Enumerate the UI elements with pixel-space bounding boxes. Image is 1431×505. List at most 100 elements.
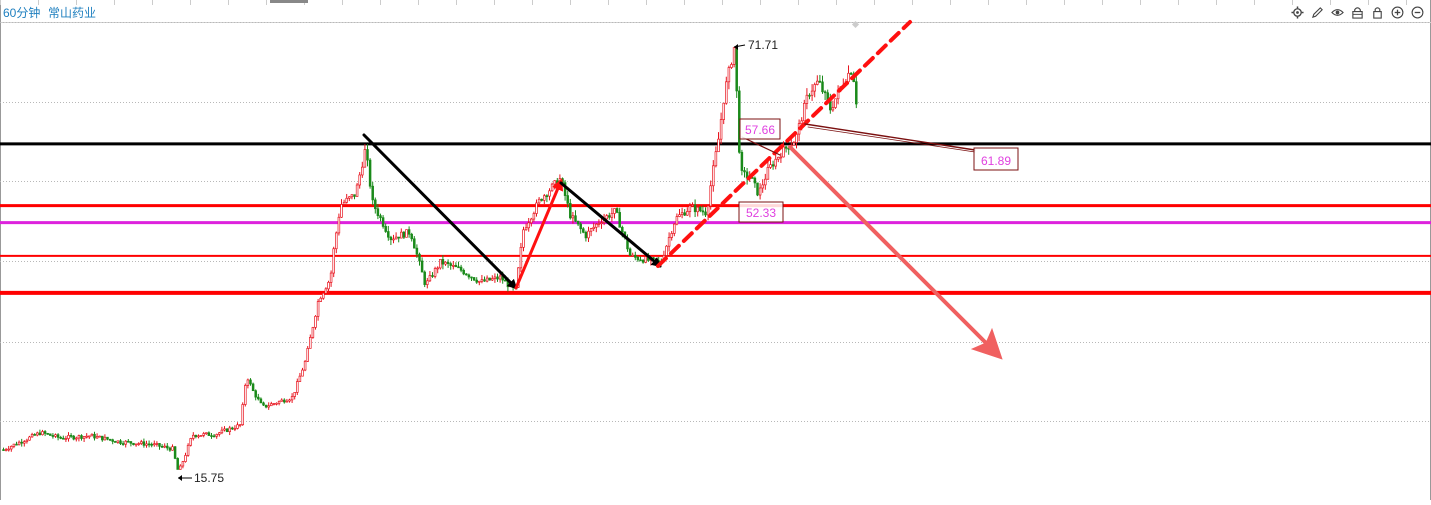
candle-body [537, 198, 541, 204]
candle-body [361, 166, 364, 176]
candle-body [379, 215, 382, 219]
candle-body [644, 256, 647, 263]
candle-body [389, 236, 393, 241]
candle-body [680, 212, 684, 215]
candle-body [353, 194, 356, 197]
candle-body [576, 220, 580, 225]
candle-body [691, 204, 694, 207]
candle-body [238, 424, 242, 427]
candle-body [639, 259, 642, 262]
gear-icon[interactable] [1289, 4, 1305, 20]
candle-body [428, 275, 432, 282]
candle-body [483, 279, 486, 282]
candle-body [504, 279, 507, 282]
stock-name[interactable]: 常山药业 [48, 4, 96, 21]
candle-body [264, 404, 268, 408]
candle-body [376, 208, 380, 217]
chart-area[interactable]: 71.71 15.75 57.66 52.33 61.89 60分钟 常山药业 [0, 0, 1431, 500]
candle-body [199, 435, 203, 437]
candle-body [532, 213, 536, 220]
candle-body [327, 281, 330, 290]
candle-body [293, 392, 296, 397]
candle-body [472, 277, 476, 281]
candle-body [101, 435, 104, 441]
candle-body [329, 272, 333, 283]
pen-icon[interactable] [1309, 4, 1325, 20]
candle-body [849, 72, 853, 75]
candle-body [394, 236, 398, 240]
candle-body [756, 182, 759, 196]
candle-body [137, 443, 140, 445]
candle-body [696, 206, 699, 213]
grid-layer [0, 0, 1431, 500]
candle-body [740, 151, 744, 171]
candle-body [368, 159, 372, 187]
candle-body [628, 248, 632, 256]
candle-body [615, 208, 619, 213]
candle-body [753, 177, 757, 184]
candle-body [332, 248, 335, 274]
candle-body [168, 447, 172, 451]
candle-body [38, 432, 42, 436]
candle-body [540, 198, 543, 201]
candle-body [33, 434, 36, 436]
candle-body [197, 435, 200, 438]
candle-body [342, 201, 346, 205]
candle-body [524, 227, 528, 231]
candle-body [358, 174, 361, 186]
candle-body [90, 433, 94, 437]
candle-body [207, 432, 211, 436]
candle-body [259, 398, 263, 404]
candle-body [158, 443, 161, 447]
candle-body [519, 246, 523, 269]
zoom-in-icon[interactable] [1389, 4, 1405, 20]
candle-body [296, 381, 299, 393]
period-label[interactable]: 60分钟 [3, 4, 40, 21]
candle-body [121, 443, 125, 445]
candle-body [415, 247, 419, 255]
candle-body [670, 233, 673, 238]
candle-body [309, 337, 312, 349]
candle-body [277, 400, 281, 404]
eye-icon[interactable] [1329, 4, 1345, 20]
candle-body [205, 432, 208, 435]
chart-toolbar [1289, 4, 1425, 20]
candle-body [777, 156, 780, 160]
candle-body [77, 435, 81, 439]
candle-body [10, 446, 13, 450]
lock-icon[interactable] [1369, 4, 1385, 20]
candle-body [621, 226, 624, 233]
candle-body [436, 267, 439, 270]
candle-body [808, 94, 811, 97]
candle-body [452, 265, 455, 267]
candle-body [314, 315, 317, 328]
candle-body [49, 433, 52, 436]
candle-body [725, 81, 728, 104]
candle-body [124, 440, 127, 445]
candle-body [618, 212, 621, 228]
candle-body [75, 437, 78, 440]
candle-body [704, 211, 707, 216]
candle-body [584, 231, 588, 239]
candle-body [303, 360, 307, 371]
candle-body [595, 223, 598, 228]
candle-body [641, 259, 645, 263]
candle-body [600, 222, 603, 224]
candle-body [192, 434, 195, 439]
zoom-out-icon[interactable] [1409, 4, 1425, 20]
candle-body [59, 437, 62, 439]
candle-body [56, 434, 60, 438]
candle-body [246, 379, 250, 386]
candle-body [810, 90, 814, 96]
candle-body [491, 278, 494, 281]
candle-body [181, 461, 185, 467]
candle-body [129, 441, 133, 444]
candle-body [251, 383, 255, 392]
candle-body [462, 269, 465, 275]
candle-body [475, 279, 478, 283]
candle-body [231, 427, 234, 430]
candle-body [431, 275, 434, 277]
lock-clear-icon[interactable] [1349, 4, 1365, 20]
candle-body [184, 455, 187, 462]
candle-body [420, 260, 424, 273]
